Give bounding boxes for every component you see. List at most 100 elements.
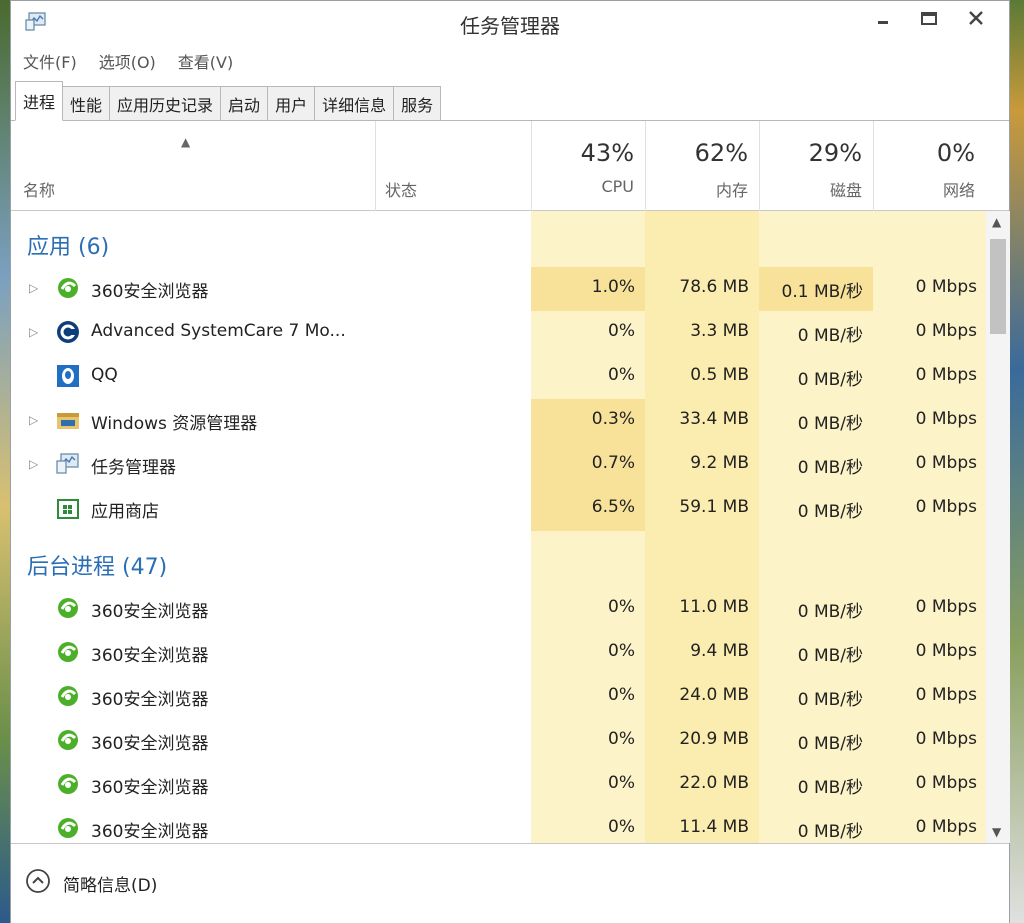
process-row[interactable]: 360安全浏览器 0% 22.0 MB 0 MB/秒 0 Mbps [11,763,986,807]
process-row[interactable]: 360安全浏览器 0% 24.0 MB 0 MB/秒 0 Mbps [11,675,986,719]
window-title: 任务管理器 [460,14,560,38]
expand-arrow-icon[interactable]: ▷ [29,325,38,339]
process-name: 360安全浏览器 [91,822,209,842]
column-header: ▲ 名称 状态 43% CPU 62% 内存 29% 磁盘 0% 网络 [11,121,1009,211]
sort-ascending-icon: ▲ [181,135,191,149]
process-row[interactable]: ▷ Windows 资源管理器 0.3% 33.4 MB 0 MB/秒 0 Mbps [11,399,986,443]
process-cpu-value: 1.0% [591,277,635,297]
group-header-apps[interactable]: 应用 (6) [11,221,986,265]
tab-startup[interactable]: 启动 [220,86,269,120]
process-disk-value: 0 MB/秒 [797,502,863,522]
task-manager-window: 任务管理器 文件(F) 选项(O) 查看(V) 进程 性能 应用历史记录 启动 … [10,0,1010,923]
process-name: 应用商店 [91,502,159,522]
vertical-scrollbar[interactable]: ▲ ▼ [986,211,1010,843]
menu-bar: 文件(F) 选项(O) 查看(V) [11,43,1009,79]
tab-performance[interactable]: 性能 [62,86,111,120]
process-cpu-value: 6.5% [591,497,635,517]
process-cpu-value: 0% [608,597,635,617]
tab-processes[interactable]: 进程 [15,81,64,121]
process-row[interactable]: ▷ 360安全浏览器 1.0% 78.6 MB 0.1 MB/秒 0 Mbps [11,267,986,311]
tab-app-history[interactable]: 应用历史记录 [109,86,222,120]
360-browser-icon [55,683,81,709]
fewer-details-link[interactable]: 简略信息(D) [63,871,157,896]
process-row[interactable]: ▷ 任务管理器 0.7% 9.2 MB 0 MB/秒 0 Mbps [11,443,986,487]
process-disk-value: 0 MB/秒 [797,370,863,390]
advanced-systemcare-icon [55,319,81,345]
process-memory-value: 33.4 MB [679,409,749,429]
process-network-value: 0 Mbps [915,277,977,297]
memory-total-percent: 62% [694,139,748,167]
process-disk-value: 0 MB/秒 [797,458,863,478]
group-header-background[interactable]: 后台进程 (47) [11,541,986,585]
process-name: 360安全浏览器 [91,734,209,754]
column-network-header[interactable]: 0% 网络 [873,121,986,211]
process-memory-value: 9.4 MB [690,641,749,661]
process-memory-value: 0.5 MB [690,365,749,385]
column-cpu-header[interactable]: 43% CPU [531,121,645,211]
process-disk-value: 0 MB/秒 [797,326,863,346]
process-cpu-value: 0.7% [591,453,635,473]
column-status-header[interactable]: 状态 [385,177,417,201]
process-cpu-value: 0% [608,729,635,749]
process-network-value: 0 Mbps [915,817,977,837]
process-row[interactable]: 应用商店 6.5% 59.1 MB 0 MB/秒 0 Mbps [11,487,986,531]
minimize-icon[interactable] [863,5,903,33]
process-disk-value: 0.1 MB/秒 [781,282,864,302]
expand-arrow-icon[interactable]: ▷ [29,281,38,295]
process-disk-value: 0 MB/秒 [797,646,863,666]
process-row[interactable]: 360安全浏览器 0% 20.9 MB 0 MB/秒 0 Mbps [11,719,986,763]
360-browser-icon [55,595,81,621]
column-name-header[interactable]: 名称 [23,177,55,201]
scroll-thumb[interactable] [990,239,1006,334]
process-network-value: 0 Mbps [915,453,977,473]
expand-arrow-icon[interactable]: ▷ [29,457,38,471]
process-name: 360安全浏览器 [91,602,209,622]
chevron-up-circle-icon[interactable] [25,868,51,894]
process-network-value: 0 Mbps [915,597,977,617]
process-memory-value: 24.0 MB [679,685,749,705]
360-browser-icon [55,639,81,665]
cpu-column-label: CPU [601,177,634,196]
process-row[interactable]: QQ 0% 0.5 MB 0 MB/秒 0 Mbps [11,355,986,399]
column-memory-header[interactable]: 62% 内存 [645,121,759,211]
process-network-value: 0 Mbps [915,729,977,749]
360-browser-icon [55,771,81,797]
process-disk-value: 0 MB/秒 [797,822,863,842]
process-memory-value: 9.2 MB [690,453,749,473]
desktop-background-right [1010,0,1024,923]
process-name: 任务管理器 [91,458,176,478]
process-network-value: 0 Mbps [915,641,977,661]
menu-file[interactable]: 文件(F) [23,49,77,73]
process-memory-value: 3.3 MB [690,321,749,341]
process-list: 应用 (6) ▷ 360安全浏览器 1.0% 78.6 MB 0.1 MB/秒 0 Mbp… [11,211,1011,843]
cpu-total-percent: 43% [580,139,634,167]
network-column-label: 网络 [942,181,975,200]
scroll-up-arrow-icon[interactable]: ▲ [992,215,1001,229]
process-name: 360安全浏览器 [91,690,209,710]
process-network-value: 0 Mbps [915,685,977,705]
process-row[interactable]: 360安全浏览器 0% 11.4 MB 0 MB/秒 0 Mbps [11,807,986,843]
process-cpu-value: 0% [608,365,635,385]
process-cpu-value: 0% [608,817,635,837]
process-memory-value: 22.0 MB [679,773,749,793]
column-disk-header[interactable]: 29% 磁盘 [759,121,873,211]
expand-arrow-icon[interactable]: ▷ [29,413,38,427]
process-cpu-value: 0% [608,321,635,341]
tab-users[interactable]: 用户 [267,86,316,120]
tab-services[interactable]: 服务 [393,86,442,120]
process-row[interactable]: ▷ Advanced SystemCare 7 Mo... 0% 3.3 MB 0 MB… [11,311,986,355]
tab-details[interactable]: 详细信息 [314,86,395,120]
group-title-background: 后台进程 (47) [27,555,168,580]
process-row[interactable]: 360安全浏览器 0% 11.0 MB 0 MB/秒 0 Mbps [11,587,986,631]
process-disk-value: 0 MB/秒 [797,414,863,434]
process-row[interactable]: 360安全浏览器 0% 9.4 MB 0 MB/秒 0 Mbps [11,631,986,675]
close-icon[interactable] [956,5,996,33]
process-network-value: 0 Mbps [915,773,977,793]
process-name: 360安全浏览器 [91,646,209,666]
maximize-icon[interactable] [909,5,949,33]
menu-view[interactable]: 查看(V) [178,49,233,73]
title-bar[interactable]: 任务管理器 [11,1,1009,43]
scroll-down-arrow-icon[interactable]: ▼ [992,825,1001,839]
process-name: 360安全浏览器 [91,778,209,798]
menu-options[interactable]: 选项(O) [99,49,156,73]
